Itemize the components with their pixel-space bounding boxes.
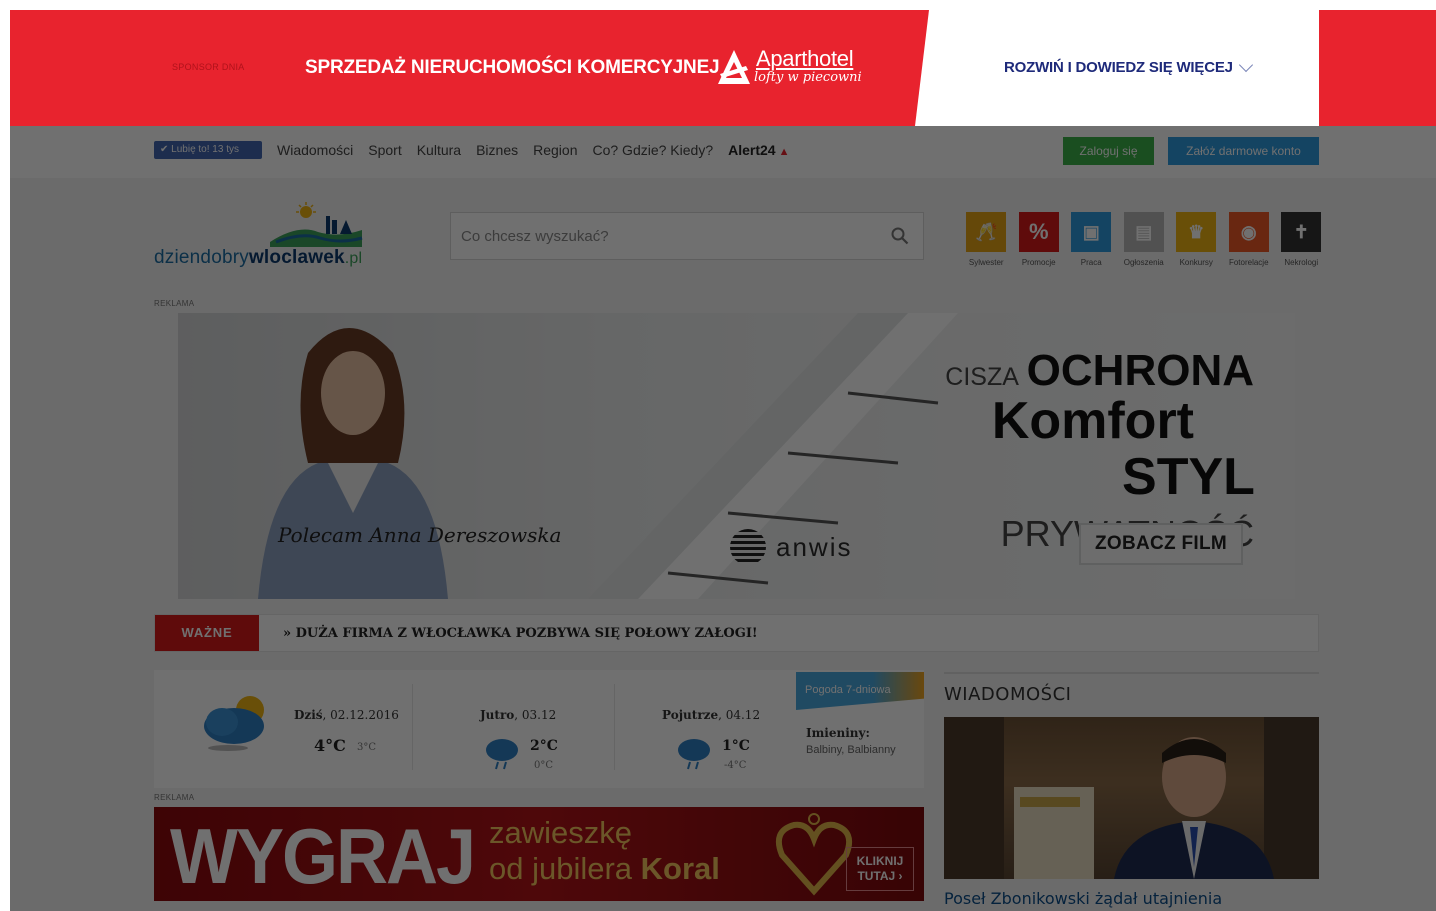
quick-link-konkursy[interactable]: ♛ Konkursy [1170, 212, 1223, 267]
anwis-logo: anwis [730, 529, 852, 565]
weather-after-temp: 1°C [722, 738, 750, 754]
login-button[interactable]: Zaloguj się [1063, 137, 1154, 165]
page: SPONSOR DNIA SPRZEDAŻ NIERUCHOMOŚCI KOME… [10, 10, 1436, 911]
watch-film-button[interactable]: ZOBACZ FILM [1079, 523, 1243, 565]
quick-links: 🥂 Sylwester % Promocje ▣ Praca ▤ Ogłoszenia … [960, 212, 1328, 267]
nav-item-biznes[interactable]: Biznes [476, 142, 518, 158]
ad-line-1: zawieszkę [489, 815, 632, 850]
chevron-down-icon [1238, 57, 1253, 73]
name-day-label: Imieniny: [806, 726, 870, 740]
click-here-button[interactable]: KLIKNIJ TUTAJ › [846, 847, 914, 891]
news-section-header: WIADOMOŚCI [944, 672, 1319, 705]
weather-tomorrow-temp: 2°C [530, 738, 558, 754]
news-photo-image [944, 717, 1319, 879]
document-icon: ▤ [1123, 212, 1164, 252]
search-input[interactable] [451, 213, 881, 259]
nav-item-wiadomosci[interactable]: Wiadomości [277, 142, 353, 158]
quick-link-fotorelacje[interactable]: ◉ Fotorelacje [1223, 212, 1276, 267]
expand-label: ROZWIŃ I DOWIEDZ SIĘ WIĘCEJ [1004, 59, 1233, 76]
camera-icon: ◉ [1228, 212, 1269, 252]
weather-today-temp: 4°C [314, 736, 346, 755]
important-news-bar: WAŻNE » DUŻA FIRMA Z WŁOCŁAWKA POZBYWA S… [154, 614, 1319, 652]
site-logo-text: dziendobrywloclawek.pl [154, 247, 363, 268]
nav-item-sport[interactable]: Sport [368, 142, 401, 158]
sponsor-banner[interactable]: SPONSOR DNIA SPRZEDAŻ NIERUCHOMOŚCI KOME… [10, 10, 1436, 126]
cloudy-sun-icon [204, 696, 264, 751]
sponsor-headline[interactable]: SPRZEDAŻ NIERUCHOMOŚCI KOMERCYJNEJ [305, 57, 720, 79]
search-box [450, 212, 924, 260]
search-icon[interactable] [891, 227, 909, 245]
ad-line-2: od jubilera Koral [489, 851, 720, 886]
heart-pendant-icon [776, 813, 852, 896]
ad-label: REKLAMA [154, 793, 195, 802]
aparthotel-logo-icon [718, 50, 750, 84]
quick-link-promocje[interactable]: % Promocje [1013, 212, 1066, 267]
important-headline-link[interactable]: » DUŻA FIRMA Z WŁOCŁAWKA POZBYWA SIĘ POŁ… [283, 626, 758, 641]
trophy-icon: ♛ [1176, 212, 1217, 252]
weather-after-low: -4°C [724, 760, 747, 771]
koral-jeweler-ad[interactable]: WYGRAJ zawieszkę od jubilera Koral KLIKN… [154, 807, 924, 901]
sponsor-expand-panel[interactable]: ROZWIŃ I DOWIEDZ SIĘ WIĘCEJ [915, 10, 1319, 126]
anwis-ad-banner[interactable]: Polecam Anna Dereszowska anwis CISZA OCH… [178, 313, 1295, 599]
alert24-label: Alert24 [728, 142, 776, 158]
weather-tomorrow-label: Jutro, 03.12 [480, 708, 557, 722]
expand-button[interactable]: ROZWIŃ I DOWIEDZ SIĘ WIĘCEJ [1004, 57, 1253, 76]
quick-link-praca[interactable]: ▣ Praca [1065, 212, 1118, 267]
model-photo [258, 328, 448, 599]
register-button[interactable]: Załóż darmowe konto [1168, 137, 1319, 165]
site-logo-icon [270, 202, 363, 247]
warning-icon: ▲ [778, 146, 790, 158]
ad-label: REKLAMA [154, 299, 195, 308]
main-menu: Wiadomości Sport Kultura Biznes Region C… [277, 142, 789, 158]
briefcase-icon: ▣ [1071, 212, 1112, 252]
weather-after-label: Pojutrze, 04.12 [662, 708, 761, 722]
nav-item-region[interactable]: Region [533, 142, 577, 158]
weather-tomorrow-low: 0°C [534, 760, 554, 771]
quick-link-nekrologi[interactable]: ✝ Nekrologi [1275, 212, 1328, 267]
important-tag: WAŻNE [155, 615, 259, 651]
quick-link-ogloszenia[interactable]: ▤ Ogłoszenia [1118, 212, 1171, 267]
sponsor-label: SPONSOR DNIA [172, 62, 245, 72]
aparthotel-brand: Aparthotel [756, 46, 854, 71]
cross-icon: ✝ [1281, 212, 1322, 252]
champagne-icon: 🥂 [966, 212, 1007, 252]
weather-today-label: Dziś, 02.12.2016 [294, 708, 399, 722]
news-section-title[interactable]: WIADOMOŚCI [944, 684, 1319, 705]
quick-link-sylwester[interactable]: 🥂 Sylwester [960, 212, 1013, 267]
nav-item-alert24[interactable]: Alert24 ▲ [728, 142, 789, 158]
signature: Polecam Anna Dereszowska [278, 523, 562, 547]
nav-item-events[interactable]: Co? Gdzie? Kiedy? [592, 142, 713, 158]
name-day-names: Balbiny, Balbianny [806, 744, 896, 756]
anwis-logo-icon [730, 529, 766, 565]
news-headline-link[interactable]: Poseł Zbonikowski żądał utajnienia [944, 889, 1222, 908]
percent-icon: % [1018, 212, 1059, 252]
rain-cloud-icon [486, 739, 518, 770]
top-navigation: ✔ Lubię to! 13 tys Wiadomości Sport Kult… [10, 126, 1436, 178]
ad-big-text: WYGRAJ [170, 814, 476, 901]
site-logo[interactable]: dziendobrywloclawek.pl [154, 202, 394, 272]
rain-cloud-icon [678, 739, 710, 770]
aparthotel-logo[interactable]: Aparthotel lofty w piecowni [716, 46, 876, 92]
facebook-like-button[interactable]: ✔ Lubię to! 13 tys [154, 141, 262, 159]
nav-item-kultura[interactable]: Kultura [417, 142, 461, 158]
divider [614, 684, 615, 770]
weather-today-low: 3°C [357, 742, 377, 753]
aparthotel-subtitle: lofty w piecowni [754, 70, 862, 85]
divider [412, 684, 413, 770]
news-photo[interactable] [944, 717, 1319, 879]
